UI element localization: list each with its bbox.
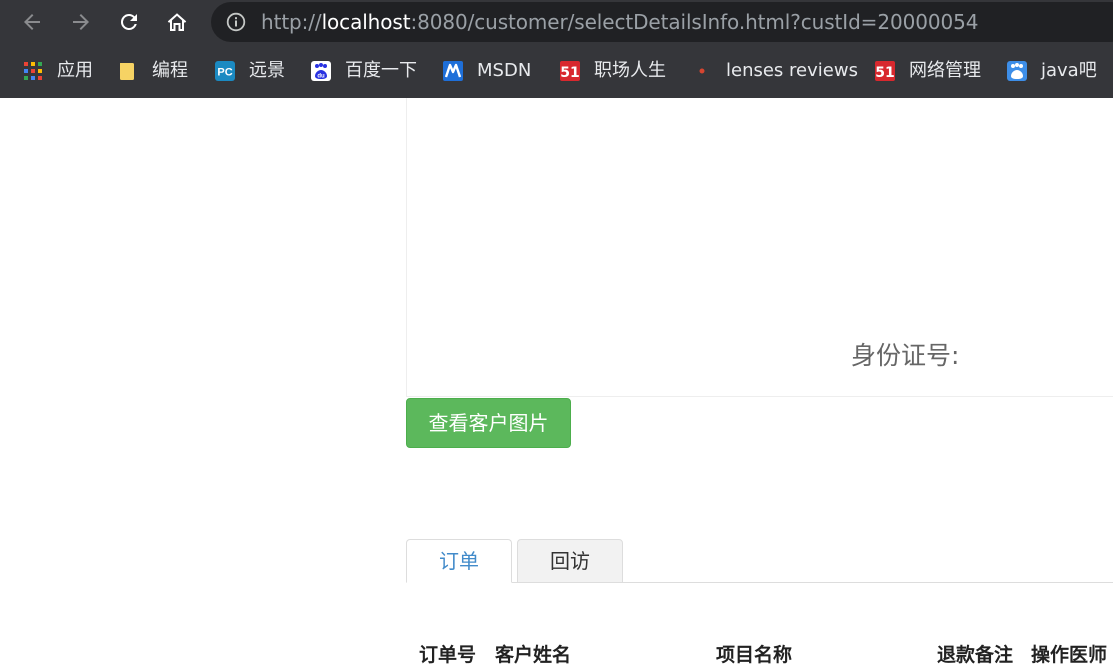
tab-return-visits[interactable]: 回访 xyxy=(517,539,623,583)
tabs-divider xyxy=(406,582,1113,583)
info-icon[interactable] xyxy=(226,12,246,32)
reload-icon xyxy=(120,13,137,30)
url-scheme: http:// xyxy=(261,10,322,34)
forward-button[interactable] xyxy=(66,7,96,37)
bookmark-label: 应用 xyxy=(57,60,93,81)
id-card-label: 身份证号: xyxy=(851,341,960,370)
back-button[interactable] xyxy=(17,7,47,37)
browser-chrome: http://localhost:8080/customer/selectDet… xyxy=(0,0,1113,98)
customer-info-panel xyxy=(406,98,1113,397)
svg-text:51: 51 xyxy=(560,65,579,81)
table-header-operating-doctor: 操作医师 xyxy=(1031,644,1108,666)
bookmark-label: 网络管理 xyxy=(909,60,981,81)
bookmark-lenses-reviews[interactable]: lenses reviews xyxy=(691,58,858,84)
arrow-left-icon xyxy=(24,14,40,30)
url-text[interactable]: http://localhost:8080/customer/selectDet… xyxy=(261,10,978,34)
svg-text:du: du xyxy=(317,74,325,80)
bookmark-label: 远景 xyxy=(249,60,285,81)
arrow-right-icon xyxy=(73,14,89,30)
bookmark-baidu[interactable]: du 百度一下 xyxy=(310,58,417,84)
bookmark-java-tieba[interactable]: java吧 xyxy=(1006,58,1097,84)
tab-orders[interactable]: 订单 xyxy=(406,539,512,583)
msdn-icon xyxy=(442,60,464,82)
browser-toolbar: http://localhost:8080/customer/selectDet… xyxy=(0,0,1113,44)
page-content: 身份证号: 查看客户图片 订单 回访 订单号 客户姓名 项目名称 退款备注 操作… xyxy=(0,98,1113,671)
address-bar[interactable]: http://localhost:8080/customer/selectDet… xyxy=(211,2,1113,42)
url-host: localhost xyxy=(321,10,411,34)
svg-text:PC: PC xyxy=(217,67,232,79)
url-path: :8080/customer/selectDetailsInfo.html?cu… xyxy=(410,10,979,34)
bookmark-label: MSDN xyxy=(477,60,532,81)
table-header-project-name: 项目名称 xyxy=(716,644,793,666)
51cto-icon: 51 xyxy=(559,60,581,82)
reload-button[interactable] xyxy=(114,7,144,37)
home-button[interactable] xyxy=(162,7,192,37)
bookmark-label: 职场人生 xyxy=(594,60,666,81)
bookmark-label: 编程 xyxy=(152,60,188,81)
svg-text:51: 51 xyxy=(875,65,894,81)
bookmark-label: 百度一下 xyxy=(345,60,417,81)
apps-grid-icon xyxy=(22,60,44,82)
table-header-customer-name: 客户姓名 xyxy=(495,644,572,666)
51cto-icon: 51 xyxy=(874,60,896,82)
bookmark-apps[interactable]: 应用 xyxy=(22,58,93,84)
bookmark-network-admin[interactable]: 51 网络管理 xyxy=(874,58,981,84)
bookmarks-bar: 应用 编程 PC 远景 du 百度一下 MSDN 51 职场人生 lenses … xyxy=(0,48,1113,94)
bookmark-label: lenses reviews xyxy=(726,60,858,81)
view-customer-images-button[interactable]: 查看客户图片 xyxy=(406,398,571,448)
home-icon xyxy=(167,13,187,31)
bookmark-folder-programming[interactable]: 编程 xyxy=(117,58,188,84)
bookmark-pcbeta[interactable]: PC 远景 xyxy=(214,58,285,84)
pc-site-icon: PC xyxy=(214,60,236,82)
red-dot-icon xyxy=(691,60,713,82)
folder-icon xyxy=(117,60,139,82)
bookmark-career[interactable]: 51 职场人生 xyxy=(559,58,666,84)
table-header-order-id: 订单号 xyxy=(419,644,477,666)
baidu-paw-icon: du xyxy=(310,60,332,82)
bookmark-label: java吧 xyxy=(1041,60,1097,81)
table-header-refund-note: 退款备注 xyxy=(937,644,1014,666)
bookmark-msdn[interactable]: MSDN xyxy=(442,58,531,84)
baidu-paw-icon xyxy=(1006,60,1028,82)
